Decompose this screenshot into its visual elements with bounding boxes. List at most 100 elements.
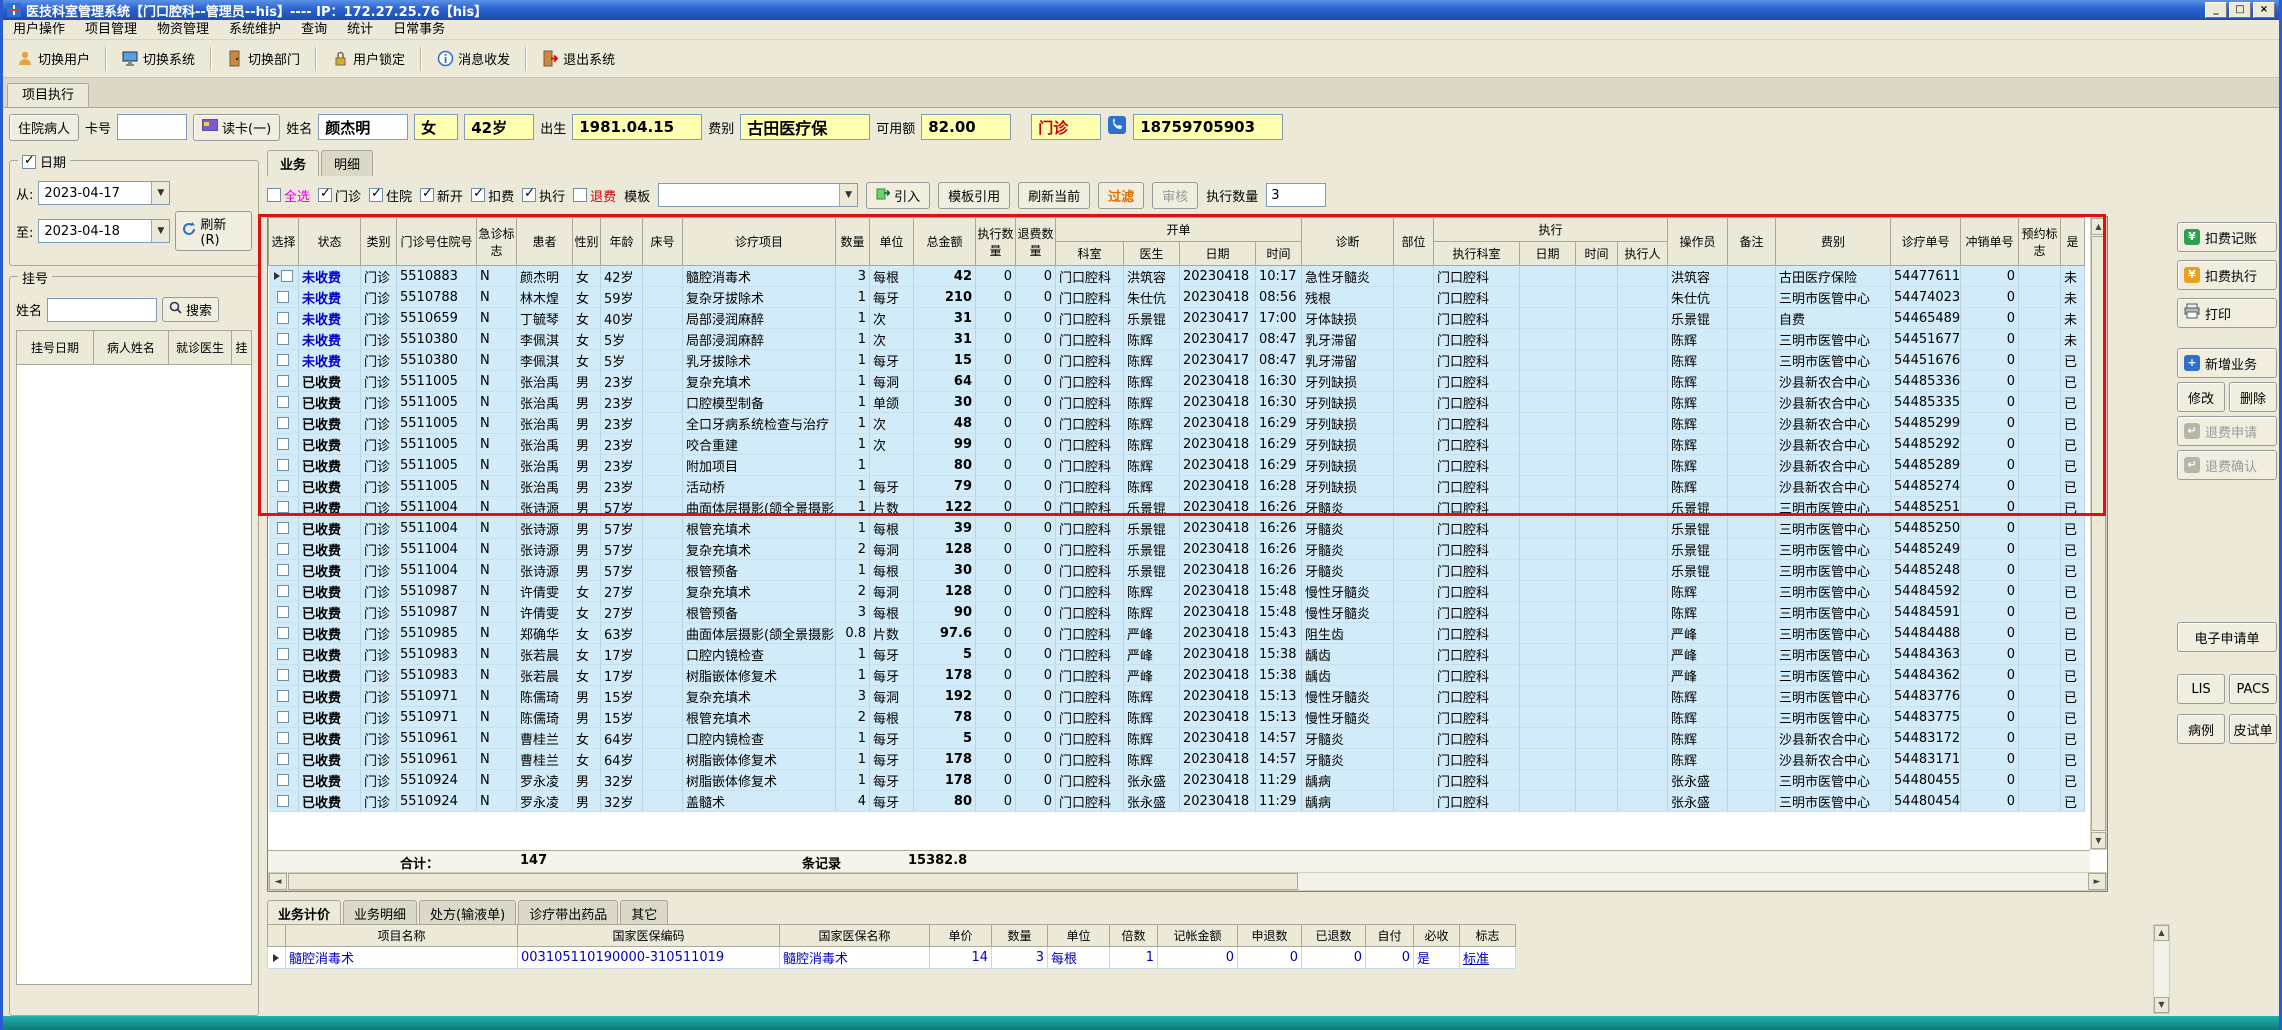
row-select-cell[interactable] (268, 265, 299, 287)
row-select-cell[interactable] (268, 601, 299, 623)
table-row[interactable]: 已收费 门诊 5510924 N 罗永凌男 32岁 树脂嵌体修复术 1 每牙 178 0 0 门口腔科张… (268, 769, 2086, 791)
scroll-down-icon[interactable] (2154, 997, 2169, 1013)
menu-stats[interactable]: 统计 (337, 20, 383, 40)
col-header-exec-qty[interactable]: 执行数量 (975, 217, 1016, 266)
col-header-part[interactable]: 部位 (1393, 217, 1435, 266)
date-to-select[interactable]: 2023-04-18 (38, 219, 171, 243)
delete-button[interactable]: 删除 (2229, 382, 2277, 412)
row-checkbox[interactable] (277, 501, 290, 513)
row-checkbox[interactable] (277, 732, 290, 744)
tab-business[interactable]: 业务 (267, 150, 320, 176)
import-button[interactable]: 引入 (866, 181, 931, 209)
scroll-left-icon[interactable] (269, 873, 287, 890)
row-checkbox[interactable] (277, 480, 290, 492)
tab-project-execute[interactable]: 项目执行 (7, 83, 90, 107)
col-header-patient-name[interactable]: 病人姓名 (92, 330, 169, 365)
row-checkbox[interactable] (280, 270, 293, 282)
row-checkbox[interactable] (277, 522, 290, 534)
row-select-cell[interactable] (268, 748, 299, 770)
col-header-charge-amount[interactable]: 记帐金额 (1157, 924, 1238, 947)
table-row[interactable]: 已收费 门诊 5510924 N 罗永凌男 32岁 盖髓术 4 每牙 80 0 0 门口腔科 张永盛 202… (268, 790, 2086, 812)
col-header-exec-person[interactable]: 执行人 (1617, 241, 1669, 266)
maximize-button[interactable] (2229, 2, 2251, 18)
col-header-insurance-code[interactable]: 国家医保编码 (517, 924, 780, 947)
refund-confirm-button[interactable]: 退费确认 (2177, 450, 2277, 480)
col-header-age[interactable]: 年龄 (600, 217, 643, 266)
outpatient-checkbox[interactable]: 门诊 (318, 186, 361, 205)
minimize-button[interactable] (2205, 2, 2227, 18)
table-row[interactable]: 已收费 门诊 5511004 N 张诗源男 57岁 根管预备 1 每根 30 0 0 门口腔科 乐景锟 20… (268, 559, 2086, 581)
inpatient-button[interactable]: 住院病人 (9, 113, 80, 141)
row-select-cell[interactable] (268, 727, 299, 749)
switch-dept-button[interactable]: 切换部门 (219, 45, 308, 72)
exit-system-button[interactable]: 退出系统 (534, 45, 623, 72)
col-header-select[interactable]: 选择 (268, 217, 299, 266)
menu-material-mgmt[interactable]: 物资管理 (147, 20, 219, 40)
col-header-gender[interactable]: 性别 (572, 217, 601, 266)
deduct-checkbox[interactable]: 扣费 (471, 186, 514, 205)
e-request-button[interactable]: 电子申请单 (2177, 622, 2277, 652)
table-row[interactable]: 已收费 门诊 5511005 N 张治禹男 23岁 活动桥 1 每牙 79 0 0 门口腔科 陈辉 2023… (268, 475, 2086, 497)
row-select-cell[interactable] (268, 454, 299, 476)
row-checkbox[interactable] (277, 648, 290, 660)
col-header-exec-dept[interactable]: 执行科室 (1433, 241, 1521, 266)
row-checkbox[interactable] (277, 396, 290, 408)
switch-system-button[interactable]: 切换系统 (114, 45, 203, 72)
table-row[interactable]: 已收费 门诊 5510971 N 陈儒琦男 15岁 复杂充填术 3 每洞 192 0 0 门口腔科 陈辉 2… (268, 685, 2086, 707)
refresh-button[interactable]: 刷新(R) (175, 211, 252, 251)
refund-request-button[interactable]: 退费申请 (2177, 416, 2277, 446)
row-checkbox[interactable] (277, 606, 290, 618)
audit-button[interactable]: 审核 (1152, 181, 1199, 209)
execute-checkbox[interactable]: 执行 (522, 186, 565, 205)
col-header-unit-price[interactable]: 单价 (929, 924, 992, 947)
scrollbar-thumb[interactable] (288, 873, 1299, 890)
table-row[interactable]: 已收费 门诊 5511005 N 张治禹男 23岁 附加项目 1 80 0 0 门口腔科 陈辉 20230… (268, 454, 2086, 476)
row-checkbox[interactable] (277, 438, 290, 450)
col-header-refunded[interactable]: 已退数 (1301, 924, 1366, 947)
col-header-item[interactable]: 诊疗项目 (682, 217, 836, 266)
table-row[interactable]: 已收费 门诊 5511005 N 张治禹男 23岁 口腔模型制备 1 单颌 30 0 0 门口腔科 陈辉 2… (268, 391, 2086, 413)
row-select-cell[interactable] (268, 307, 299, 329)
scroll-up-icon[interactable] (2091, 218, 2106, 235)
col-header-exec-group[interactable]: 执行 (1433, 217, 1669, 242)
table-row[interactable]: 已收费 门诊 5511004 N 张诗源男 57岁 曲面体层摄影(颌全景摄影) 1 片数 122 0… (268, 496, 2086, 518)
col-header-operator[interactable]: 操作员 (1667, 217, 1729, 266)
menu-user-ops[interactable]: 用户操作 (3, 20, 75, 40)
tab-prescription[interactable]: 处方(输液单) (419, 900, 517, 924)
col-header-amount[interactable]: 总金额 (913, 217, 976, 266)
row-select-cell[interactable] (268, 391, 299, 413)
grid-horizontal-scrollbar[interactable] (268, 872, 2107, 891)
chevron-down-icon[interactable] (151, 182, 170, 204)
deduct-execute-button[interactable]: 扣费执行 (2177, 260, 2277, 290)
row-select-cell[interactable] (268, 643, 299, 665)
search-name-input[interactable] (47, 297, 158, 322)
row-select-cell[interactable] (268, 685, 299, 707)
col-header-self-pay[interactable]: 自付 (1365, 924, 1414, 947)
filter-button[interactable]: 过滤 (1098, 181, 1145, 209)
row-select-cell[interactable] (268, 349, 299, 371)
row-select-cell[interactable] (268, 664, 299, 686)
menu-query[interactable]: 查询 (291, 20, 337, 40)
table-row[interactable]: 已收费 门诊 5511005 N 张治禹男 23岁 咬合重建 1 次 99 0 0 门口腔科 陈辉 2023… (268, 433, 2086, 455)
row-checkbox[interactable] (277, 564, 290, 576)
table-row[interactable]: 未收费 门诊 5510788 N 林木煌女 59岁 复杂牙拔除术 1 每牙 210 0 0 门口腔科 朱仕… (268, 286, 2086, 308)
table-row[interactable]: 未收费 门诊 5510659 N 丁毓琴女 40岁 局部浸润麻醉 1 次 31 0 0 门口腔科 乐景锟 2… (268, 307, 2086, 329)
col-header-visit-no[interactable]: 门诊号住院号 (396, 217, 477, 266)
exec-qty-input[interactable] (1266, 183, 1327, 207)
row-checkbox[interactable] (277, 585, 290, 597)
col-header-exec-time[interactable]: 时间 (1575, 241, 1619, 266)
row-select-cell[interactable] (268, 769, 299, 791)
row-checkbox[interactable] (277, 690, 290, 702)
new-business-button[interactable]: 新增业务 (2177, 348, 2277, 378)
col-header-type[interactable]: 类别 (360, 217, 397, 266)
col-header-order-date[interactable]: 日期 (1179, 241, 1256, 266)
table-row[interactable]: 已收费 门诊 5510987 N 许倩雯女 27岁 根管预备 3 每根 90 0 0 门口腔科 陈辉 202… (268, 601, 2086, 623)
print-button[interactable]: 打印 (2177, 298, 2277, 328)
pricing-vertical-scrollbar[interactable] (2153, 924, 2170, 1014)
date-from-select[interactable]: 2023-04-17 (38, 181, 171, 205)
row-select-cell[interactable] (268, 475, 299, 497)
row-select-cell[interactable] (268, 706, 299, 728)
table-row[interactable]: 已收费 门诊 5511004 N 张诗源男 57岁 复杂充填术 2 每洞 128 0 0 门口腔科 乐景锟… (268, 538, 2086, 560)
row-checkbox[interactable] (277, 312, 290, 324)
close-button[interactable] (2253, 2, 2275, 18)
